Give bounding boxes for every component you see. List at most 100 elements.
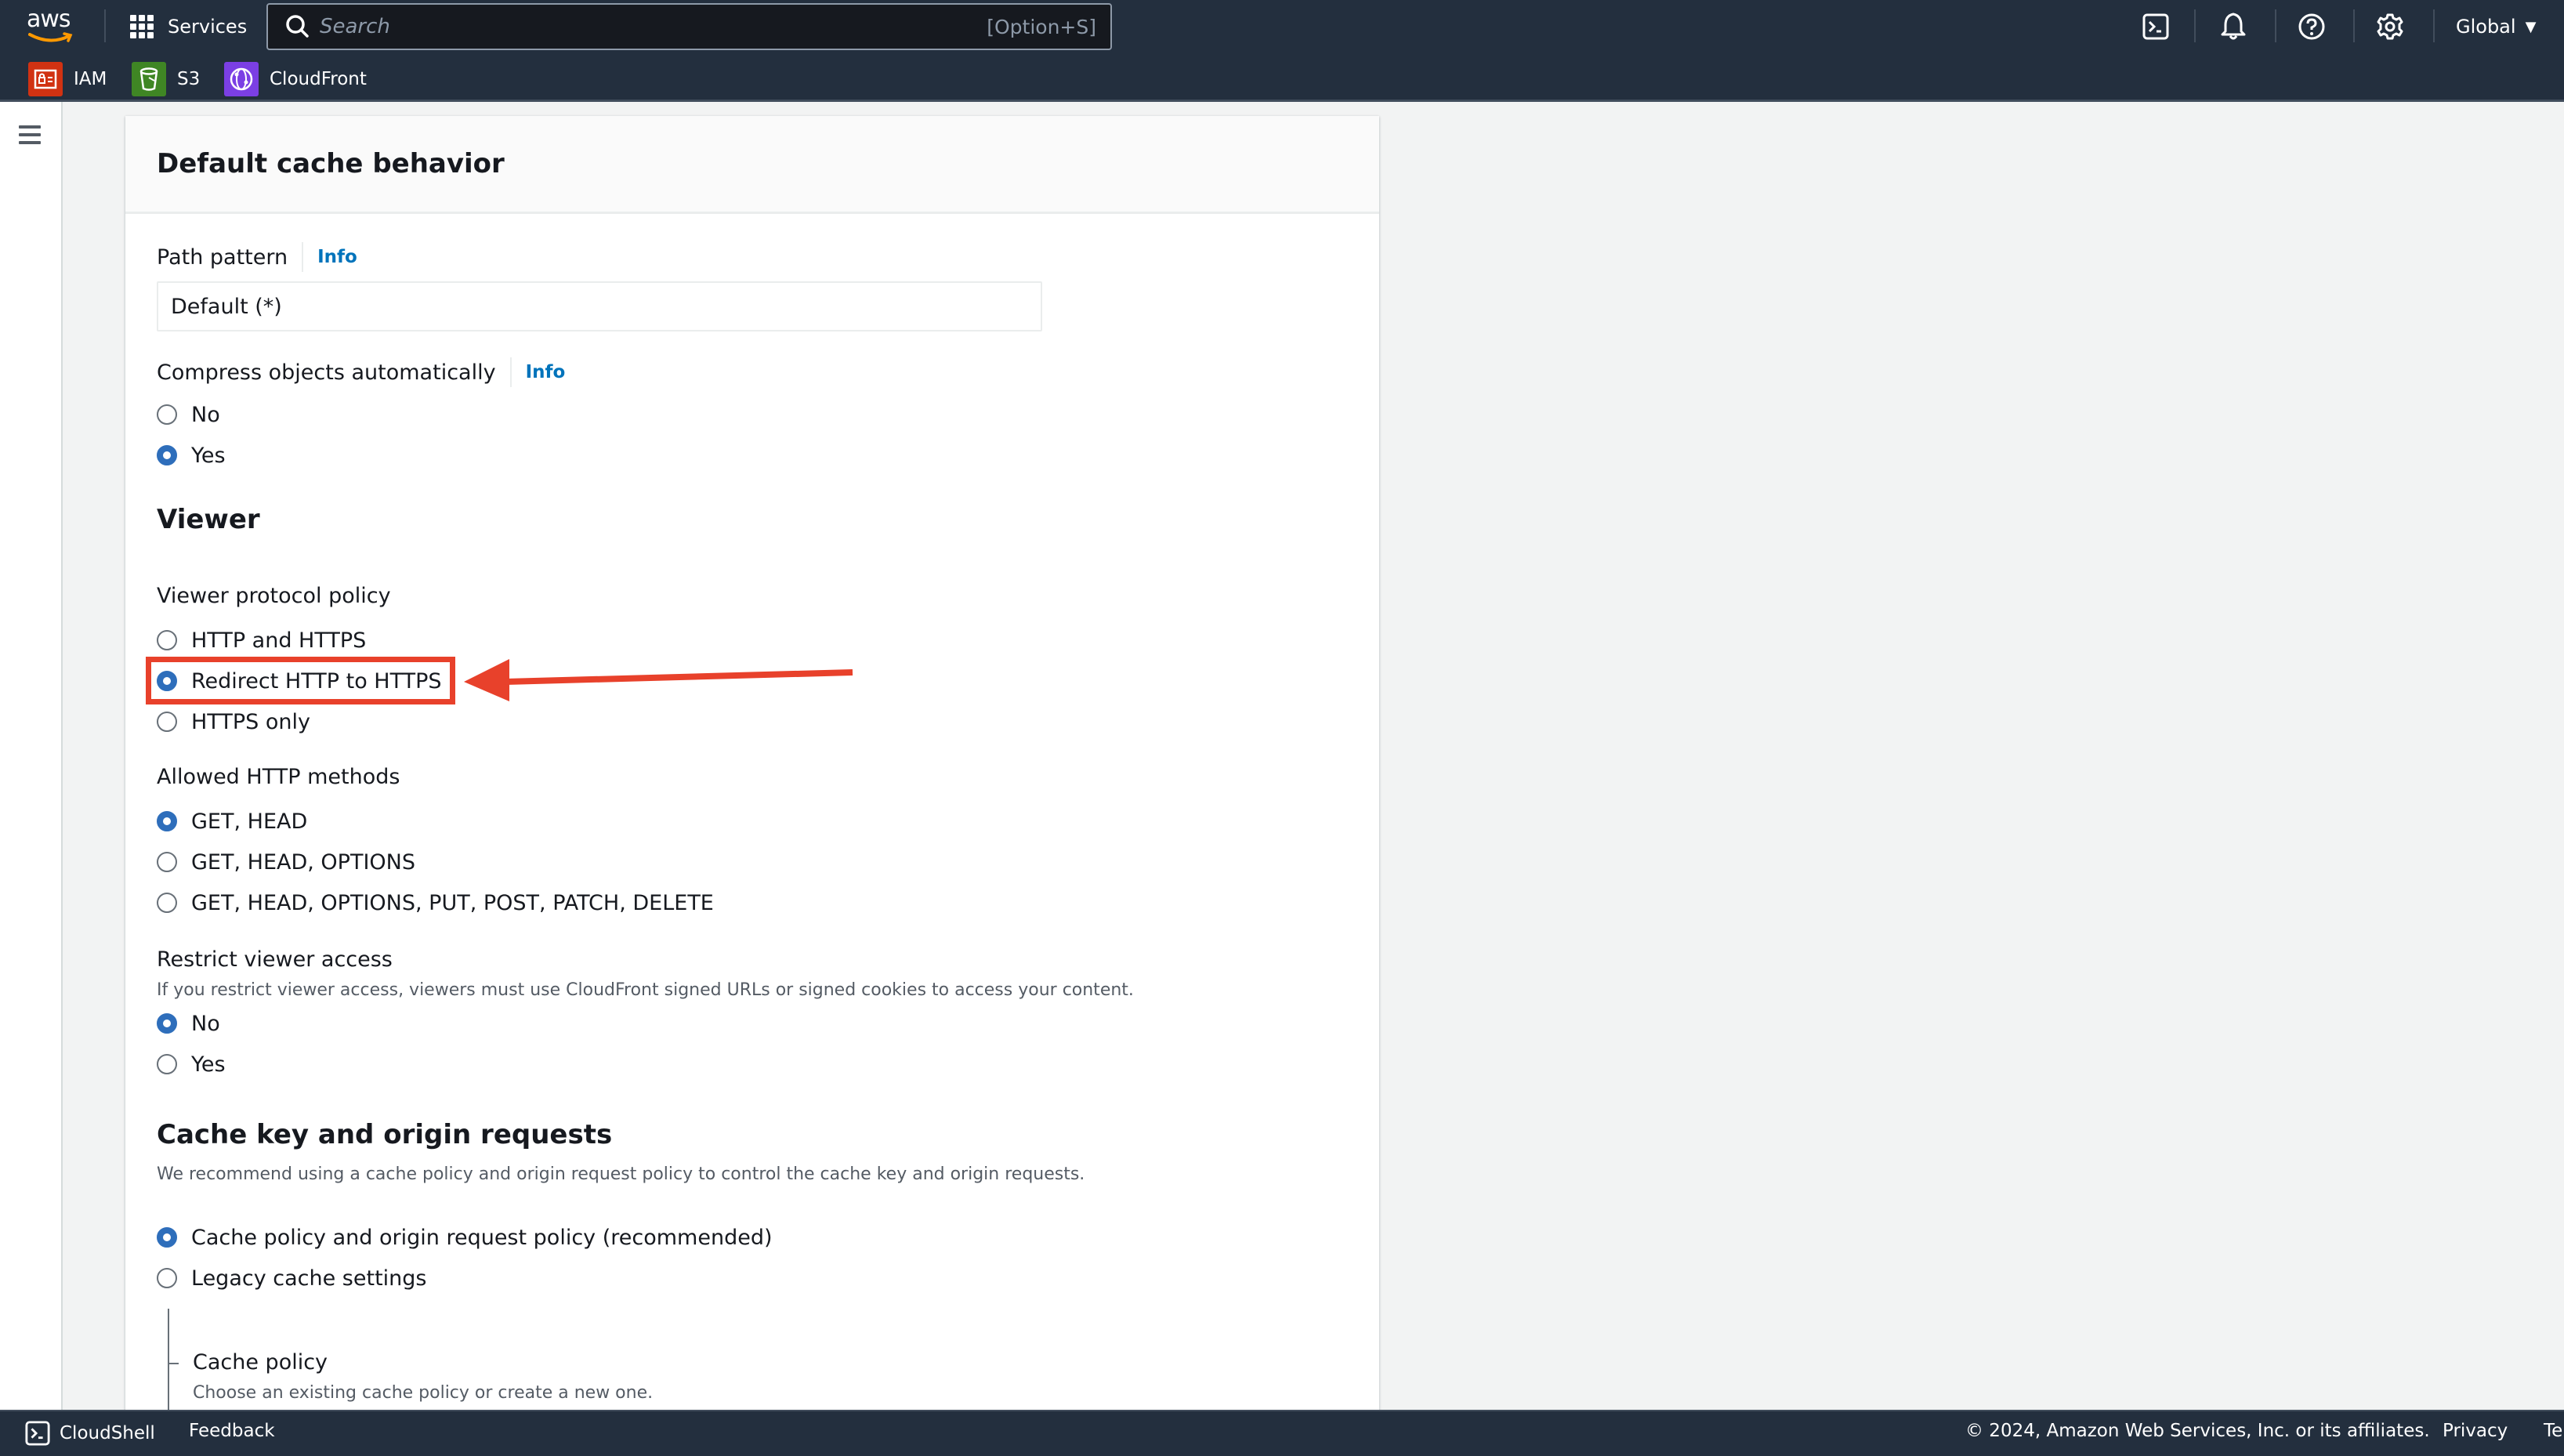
allowed-http-methods-label: Allowed HTTP methods bbox=[157, 765, 400, 789]
help-button[interactable] bbox=[2296, 11, 2327, 42]
radio-button[interactable] bbox=[157, 404, 177, 425]
radio-button[interactable] bbox=[157, 893, 177, 913]
compress-label: Compress objects automatically bbox=[157, 360, 496, 385]
services-grid-icon bbox=[130, 15, 154, 38]
tree-connector-branch bbox=[168, 1363, 179, 1364]
settings-button[interactable] bbox=[2374, 11, 2406, 42]
cloudshell-footer-button[interactable]: CloudShell bbox=[25, 1421, 155, 1446]
hamburger-menu-icon[interactable] bbox=[19, 125, 42, 147]
path-pattern-field-label: Path pattern Info bbox=[157, 242, 357, 272]
default-cache-behavior-panel: Default cache behavior Path pattern Info… bbox=[125, 116, 1379, 1448]
compress-radio-no[interactable]: No bbox=[157, 399, 220, 430]
radio-button-checked[interactable] bbox=[157, 445, 177, 465]
radio-label: HTTPS only bbox=[191, 709, 310, 734]
notifications-bell-icon bbox=[2221, 13, 2246, 40]
cloudshell-label: CloudShell bbox=[60, 1423, 155, 1443]
cache-radio-legacy[interactable]: Legacy cache settings bbox=[157, 1262, 426, 1294]
nav-divider bbox=[2433, 9, 2435, 42]
nav-divider bbox=[2194, 9, 2196, 42]
terms-label: Te bbox=[2544, 1421, 2563, 1441]
restrict-viewer-access-label: Restrict viewer access bbox=[157, 947, 393, 972]
radio-button[interactable] bbox=[157, 1268, 177, 1288]
favorite-label: S3 bbox=[177, 69, 201, 89]
nav-divider bbox=[2275, 9, 2276, 42]
radio-button[interactable] bbox=[157, 712, 177, 732]
search-input[interactable] bbox=[320, 15, 987, 38]
annotation-arrow-icon bbox=[464, 659, 853, 701]
radio-button-checked[interactable] bbox=[157, 811, 177, 831]
path-pattern-input[interactable]: Default (*) bbox=[157, 281, 1042, 331]
methods-radio-get-head-options[interactable]: GET, HEAD, OPTIONS bbox=[157, 846, 415, 878]
radio-label: HTTP and HTTPS bbox=[191, 628, 367, 653]
radio-button[interactable] bbox=[157, 630, 177, 650]
cache-policy-label: Cache policy bbox=[193, 1350, 328, 1375]
favorite-label: CloudFront bbox=[270, 69, 367, 89]
cache-radio-policy-recommended[interactable]: Cache policy and origin request policy (… bbox=[157, 1222, 773, 1253]
copyright-label: © 2024, Amazon Web Services, Inc. or its… bbox=[1965, 1421, 2430, 1441]
services-menu-button[interactable]: Services bbox=[130, 11, 247, 42]
nav-divider bbox=[104, 9, 106, 42]
protocol-radio-http-and-https[interactable]: HTTP and HTTPS bbox=[157, 625, 366, 656]
radio-label: Yes bbox=[191, 1052, 226, 1077]
radio-label: Legacy cache settings bbox=[191, 1266, 427, 1291]
s3-service-icon bbox=[132, 62, 166, 96]
radio-label: Yes bbox=[191, 443, 226, 468]
copyright-text: © 2024, Amazon Web Services, Inc. or its… bbox=[1965, 1421, 2430, 1441]
services-label: Services bbox=[168, 16, 248, 38]
compress-info-link[interactable]: Info bbox=[526, 362, 566, 382]
favorite-iam[interactable]: IAM bbox=[28, 62, 107, 96]
radio-label: No bbox=[191, 402, 220, 427]
notifications-button[interactable] bbox=[2218, 11, 2249, 42]
region-selector[interactable]: Global ▼ bbox=[2456, 11, 2536, 42]
compress-field-label: Compress objects automatically Info bbox=[157, 357, 565, 387]
cloudshell-icon bbox=[2142, 13, 2169, 40]
privacy-link[interactable]: Privacy bbox=[2443, 1421, 2508, 1441]
privacy-label: Privacy bbox=[2443, 1421, 2508, 1441]
side-navigation-collapsed bbox=[0, 102, 63, 1410]
restrict-viewer-access-description: If you restrict viewer access, viewers m… bbox=[157, 980, 1134, 1000]
radio-label: Cache policy and origin request policy (… bbox=[191, 1225, 773, 1250]
annotation-highlight-box bbox=[146, 657, 455, 704]
cache-key-description: We recommend using a cache policy and or… bbox=[157, 1164, 1085, 1184]
search-bar[interactable]: [Option+S] bbox=[266, 3, 1112, 50]
terms-link[interactable]: Te bbox=[2544, 1421, 2562, 1441]
methods-radio-get-head[interactable]: GET, HEAD bbox=[157, 806, 307, 837]
aws-logo[interactable]: aws bbox=[27, 8, 78, 45]
nav-divider bbox=[2353, 9, 2355, 42]
settings-gear-icon bbox=[2377, 13, 2403, 40]
cloudfront-service-icon bbox=[224, 62, 259, 96]
cloudshell-button[interactable] bbox=[2140, 11, 2171, 42]
compress-radio-yes[interactable]: Yes bbox=[157, 440, 226, 471]
footer-bar: CloudShell Feedback © 2024, Amazon Web S… bbox=[0, 1410, 2564, 1456]
cache-policy-description: Choose an existing cache policy or creat… bbox=[193, 1383, 654, 1403]
viewer-section-title: Viewer bbox=[157, 504, 260, 535]
feedback-label: Feedback bbox=[189, 1421, 275, 1441]
info-divider bbox=[302, 242, 304, 272]
iam-service-icon bbox=[28, 62, 63, 96]
caret-down-icon: ▼ bbox=[2525, 18, 2537, 35]
radio-button[interactable] bbox=[157, 1054, 177, 1074]
favorite-label: IAM bbox=[74, 69, 107, 89]
favorite-s3[interactable]: S3 bbox=[132, 62, 200, 96]
panel-header: Default cache behavior bbox=[125, 116, 1379, 214]
info-divider bbox=[509, 357, 512, 387]
restrict-radio-yes[interactable]: Yes bbox=[157, 1049, 226, 1080]
radio-label: GET, HEAD bbox=[191, 809, 308, 834]
radio-button-checked[interactable] bbox=[157, 1227, 177, 1248]
radio-button-checked[interactable] bbox=[157, 1013, 177, 1034]
viewer-protocol-policy-label: Viewer protocol policy bbox=[157, 584, 391, 608]
path-pattern-value: Default (*) bbox=[171, 294, 282, 319]
cache-key-section-title: Cache key and origin requests bbox=[157, 1119, 613, 1150]
restrict-radio-no[interactable]: No bbox=[157, 1008, 220, 1039]
help-icon bbox=[2298, 13, 2325, 40]
path-pattern-label: Path pattern bbox=[157, 244, 288, 270]
feedback-link[interactable]: Feedback bbox=[189, 1421, 275, 1441]
favorite-cloudfront[interactable]: CloudFront bbox=[224, 62, 367, 96]
protocol-radio-https-only[interactable]: HTTPS only bbox=[157, 706, 310, 737]
search-icon bbox=[286, 15, 309, 38]
methods-radio-all[interactable]: GET, HEAD, OPTIONS, PUT, POST, PATCH, DE… bbox=[157, 887, 714, 918]
path-pattern-info-link[interactable]: Info bbox=[317, 247, 357, 267]
aws-smile-icon bbox=[28, 32, 73, 42]
radio-button[interactable] bbox=[157, 852, 177, 872]
search-shortcut-hint: [Option+S] bbox=[987, 15, 1096, 38]
